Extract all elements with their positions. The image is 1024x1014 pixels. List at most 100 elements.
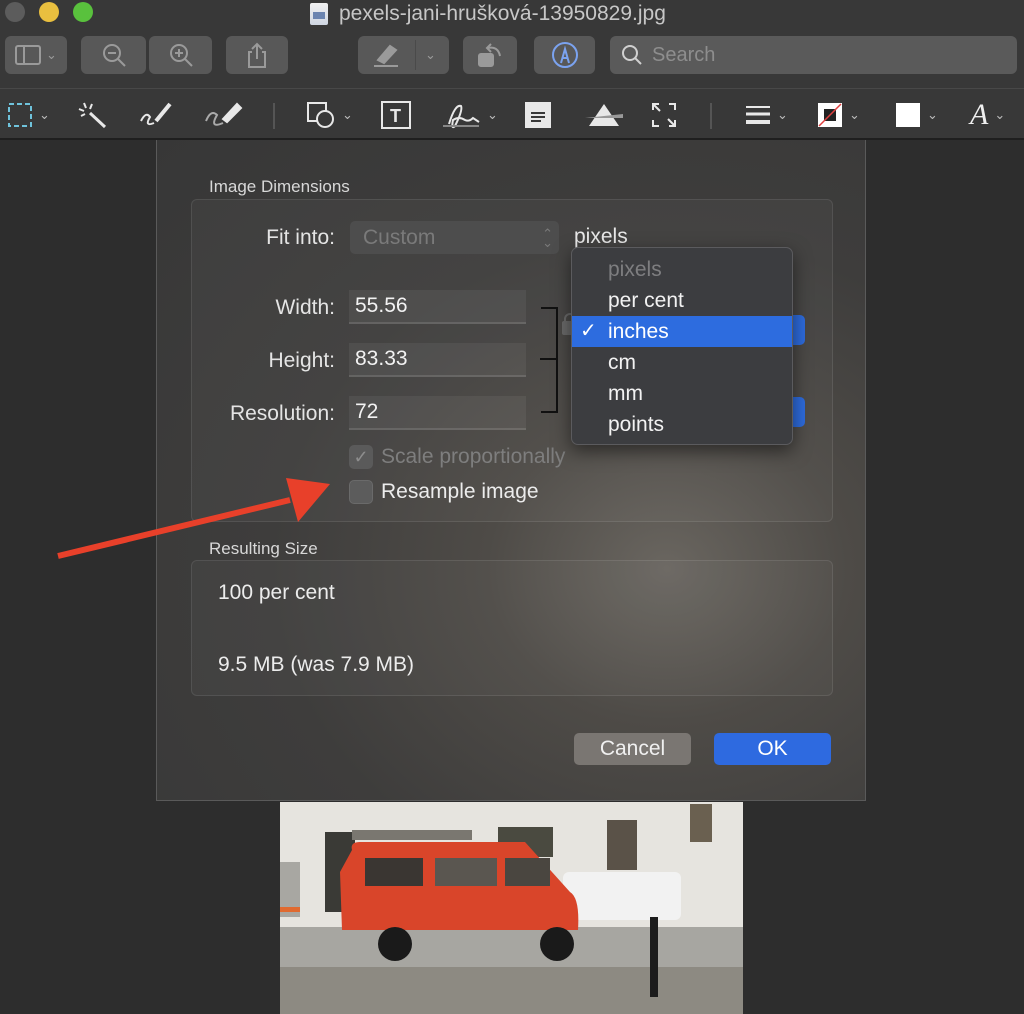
highlighter-icon [374,44,398,67]
note-tool[interactable] [525,101,551,129]
resolution-label: Resolution: [229,402,335,425]
height-field[interactable]: 83.33 [349,343,526,377]
close-window-button[interactable] [5,2,25,22]
draw-icon [205,102,243,126]
white-van [563,872,681,920]
width-field[interactable]: 55.56 [349,290,526,324]
photo-scene [280,802,743,1014]
menu-item-label: mm [608,382,643,405]
scale-proportionally-checkbox[interactable]: ✓ Scale proportionally [349,445,565,469]
selection-rect-icon [8,103,32,127]
van-window [435,858,497,886]
wheel [378,927,412,961]
menu-item-label: pixels [608,258,662,281]
unit-select[interactable]: pixels [574,225,628,249]
adjust-size-tool[interactable] [651,101,677,129]
resample-image-checkbox[interactable]: Resample image [349,480,539,504]
chevron-down-icon: ⌄ [927,107,938,122]
svg-text:T: T [390,106,401,126]
zoom-in-icon [169,44,193,67]
chevron-down-icon: ⌄ [39,107,50,122]
image-file-icon [310,3,328,25]
proportion-bracket-tick [540,358,557,360]
fill-color-tool[interactable]: ⌄ [895,101,938,129]
shapes-tool[interactable]: ⌄ [306,101,353,129]
checkmark-icon: ✓ [349,445,373,469]
adjust-color-tool[interactable] [585,101,623,129]
search-field[interactable] [610,36,1017,74]
text-style-icon: A [970,98,989,131]
text-tool[interactable]: T [381,101,411,129]
text-icon: T [381,101,411,129]
markup-toolbar: ⌄ ⌄ T ⌄ ⌄ ⌄ ⌄ A ⌄ [0,88,1024,140]
menu-item-points[interactable]: points [572,409,792,440]
bollard [650,917,658,997]
stepper-arrows-icon: ⌃ ⌄ [542,225,553,250]
border-color-icon [818,103,842,127]
chevron-down-icon: ⌄ [994,107,1006,122]
share-icon [248,42,266,68]
sign-tool[interactable]: ⌄ [441,101,498,129]
chevron-down-icon: ⌄ [849,107,860,122]
search-icon [622,45,642,65]
highlight-button[interactable]: ⌄ [358,36,449,74]
instant-alpha-tool[interactable] [78,101,108,129]
chevron-down-icon: ⌄ [46,47,57,62]
adjust-size-icon [652,103,676,127]
menu-item-mm[interactable]: mm [572,378,792,409]
shapes-icon [307,102,334,128]
resolution-unit-popup-button[interactable] [793,397,805,427]
ok-button[interactable]: OK [714,733,831,765]
cancel-button[interactable]: Cancel [574,733,691,765]
search-input[interactable] [652,43,992,67]
fit-into-value: Custom [363,225,436,249]
unit-dropdown-menu: pixels per cent ✓ inches cm mm points [571,247,793,445]
window-title: pexels-jani-hrušková-13950829.jpg [310,1,666,27]
proportion-bracket [541,307,558,413]
height-label: Height: [268,349,335,372]
menu-item-label: cm [608,351,636,374]
menu-item-cm[interactable]: cm [572,347,792,378]
toolbar-divider [273,103,275,129]
fit-into-label: Fit into: [266,226,335,249]
resolution-field[interactable]: 72 [349,396,526,430]
sign-icon [443,104,480,129]
unit-popup-button[interactable] [793,315,805,345]
menu-item-inches[interactable]: ✓ inches [572,316,792,347]
result-file-size: 9.5 MB (was 7.9 MB) [218,653,415,676]
cobblestone-sidewalk [280,967,743,1014]
street [280,927,743,972]
title-bar: pexels-jani-hrušková-13950829.jpg ⌄ ⌄ [0,0,1024,88]
resulting-size-heading: Resulting Size [209,539,318,558]
fill-color-icon [896,103,920,127]
note-icon [525,102,551,128]
line-style-tool[interactable]: ⌄ [745,101,788,129]
roof-rack [352,830,472,840]
menu-item-label: per cent [608,289,684,312]
border-color-tool[interactable]: ⌄ [817,101,860,129]
draw-tool[interactable] [203,101,243,129]
selection-tool[interactable]: ⌄ [7,101,50,129]
menu-item-per-cent[interactable]: per cent [572,285,792,316]
minimize-window-button[interactable] [39,2,59,22]
chevron-down-icon: ⌄ [425,47,436,62]
chevron-down-icon: ⌄ [777,107,788,122]
fit-into-select[interactable]: Custom ⌃ ⌄ [350,221,559,254]
menu-item-pixels[interactable]: pixels [572,254,792,285]
sketch-tool[interactable] [138,101,174,129]
zoom-out-button[interactable] [81,36,146,74]
markup-pen-icon [551,42,578,68]
text-style-tool[interactable]: A ⌄ [970,98,1006,131]
rotate-button[interactable] [463,36,517,74]
markup-button[interactable] [534,36,595,74]
image-preview [280,802,743,1014]
sidebar-toggle-button[interactable]: ⌄ [5,36,67,74]
share-button[interactable] [226,36,288,74]
maximize-window-button[interactable] [73,2,93,22]
sidebar-icon [15,45,42,65]
line-style-icon [746,106,770,124]
adjust-color-icon [585,104,623,126]
zoom-in-button[interactable] [149,36,212,74]
image-dimensions-heading: Image Dimensions [209,177,350,196]
wheel [540,927,574,961]
